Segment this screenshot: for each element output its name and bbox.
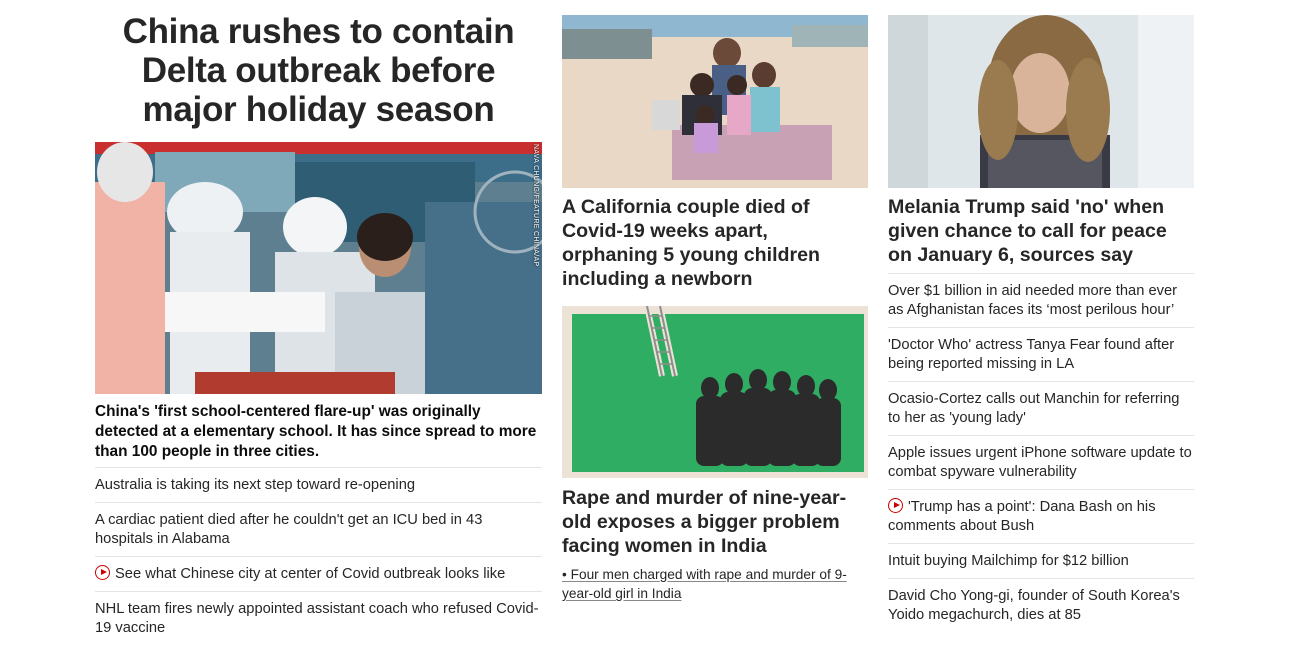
sub-story-link[interactable]: • Four men charged with rape and murder … bbox=[562, 565, 862, 603]
list-item[interactable]: 'Trump has a point': Dana Bash on his co… bbox=[888, 489, 1194, 543]
story-headline[interactable]: Rape and murder of nine-year-old exposes… bbox=[562, 486, 868, 558]
portrait-photo bbox=[888, 15, 1194, 188]
related-list: Australia is taking its next step toward… bbox=[95, 467, 542, 645]
lead-caption[interactable]: China's 'first school-centered flare-up'… bbox=[95, 402, 542, 462]
melania-image[interactable] bbox=[888, 15, 1194, 188]
list-item[interactable]: A cardiac patient died after he couldn't… bbox=[95, 502, 542, 556]
illustration bbox=[562, 306, 868, 478]
sub-story-text: • Four men charged with rape and murder … bbox=[562, 567, 847, 601]
lead-headline[interactable]: China rushes to contain Delta outbreak b… bbox=[95, 12, 542, 129]
list-item[interactable]: Intuit buying Mailchimp for $12 billion bbox=[888, 543, 1194, 578]
list-item[interactable]: Ocasio-Cortez calls out Manchin for refe… bbox=[888, 381, 1194, 435]
list-item-text: 'Trump has a point': Dana Bash on his co… bbox=[888, 499, 1156, 534]
list-item-text: David Cho Yong-gi, founder of South Kore… bbox=[888, 588, 1180, 623]
play-circle-icon bbox=[95, 565, 110, 580]
lead-photo bbox=[95, 142, 542, 394]
story-headline[interactable]: A California couple died of Covid-19 wee… bbox=[562, 195, 868, 291]
family-image[interactable] bbox=[562, 15, 868, 188]
india-illustration[interactable] bbox=[562, 306, 868, 478]
list-item[interactable]: Over $1 billion in aid needed more than … bbox=[888, 273, 1194, 327]
list-item[interactable]: See what Chinese city at center of Covid… bbox=[95, 556, 542, 591]
list-item-text: Intuit buying Mailchimp for $12 billion bbox=[888, 553, 1129, 569]
list-item-text: 'Doctor Who' actress Tanya Fear found af… bbox=[888, 337, 1175, 372]
list-item-text: Ocasio-Cortez calls out Manchin for refe… bbox=[888, 391, 1180, 426]
list-item[interactable]: 'Doctor Who' actress Tanya Fear found af… bbox=[888, 327, 1194, 381]
lead-story: China rushes to contain Delta outbreak b… bbox=[95, 12, 542, 636]
list-item[interactable]: Australia is taking its next step toward… bbox=[95, 467, 542, 502]
list-item-text: A cardiac patient died after he couldn't… bbox=[95, 512, 483, 547]
list-item[interactable]: NHL team fires newly appointed assistant… bbox=[95, 591, 542, 645]
family-photo bbox=[562, 15, 868, 188]
list-item-text: Apple issues urgent iPhone software upda… bbox=[888, 445, 1192, 480]
image-credit: NAVA CHUNG/FEATURE CHINA/AP bbox=[532, 144, 539, 267]
story-headline[interactable]: Melania Trump said 'no' when given chanc… bbox=[888, 195, 1194, 267]
list-item-text: Over $1 billion in aid needed more than … bbox=[888, 283, 1178, 318]
headline-list: Over $1 billion in aid needed more than … bbox=[888, 273, 1194, 632]
list-item[interactable]: Apple issues urgent iPhone software upda… bbox=[888, 435, 1194, 489]
list-item[interactable]: David Cho Yong-gi, founder of South Kore… bbox=[888, 578, 1194, 632]
list-item-text: See what Chinese city at center of Covid… bbox=[115, 566, 506, 582]
play-circle-icon bbox=[888, 498, 903, 513]
list-item-text: Australia is taking its next step toward… bbox=[95, 477, 416, 493]
list-item-text: NHL team fires newly appointed assistant… bbox=[95, 601, 539, 636]
lead-image[interactable]: NAVA CHUNG/FEATURE CHINA/AP bbox=[95, 142, 542, 394]
